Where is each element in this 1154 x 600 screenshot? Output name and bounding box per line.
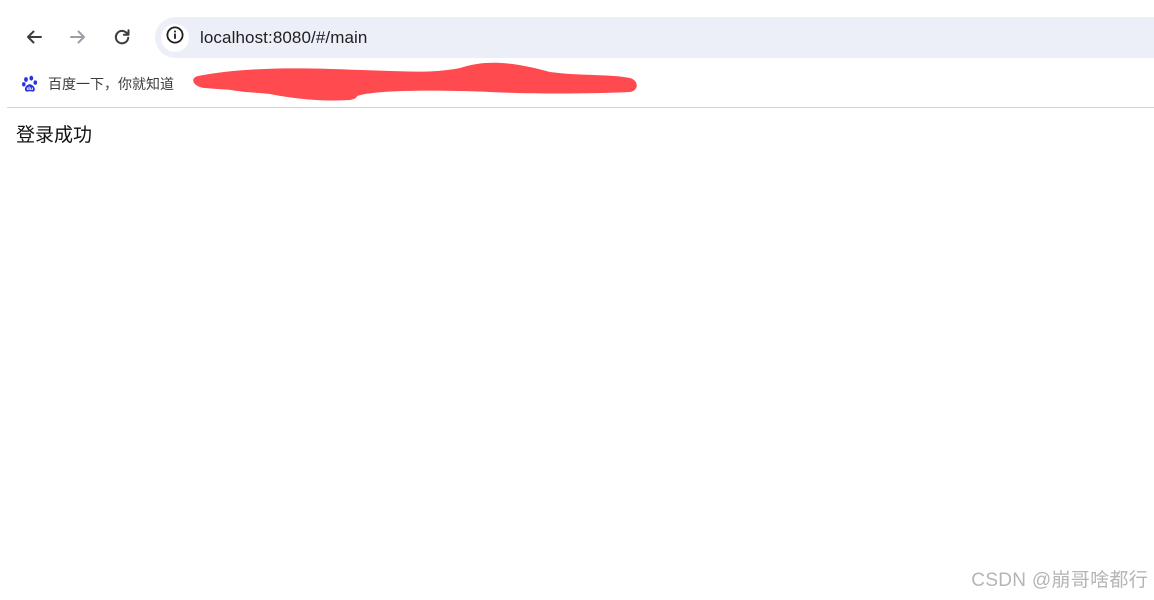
bookmark-baidu[interactable]: du 百度一下，你就知道 (20, 71, 174, 97)
browser-toolbar: localhost:8080/#/main (0, 0, 1154, 62)
browser-window: localhost:8080/#/main du 百度一下，你就知道 登录成功 (0, 0, 1154, 600)
svg-text:du: du (27, 86, 34, 92)
back-button[interactable] (19, 22, 49, 52)
address-bar[interactable]: localhost:8080/#/main (155, 17, 1154, 58)
forward-button[interactable] (63, 22, 93, 52)
arrow-right-icon (68, 27, 88, 47)
arrow-left-icon (24, 27, 44, 47)
toolbar-divider (7, 107, 1154, 108)
login-success-message: 登录成功 (16, 125, 93, 146)
reload-icon (112, 27, 132, 47)
baidu-paw-icon: du (20, 74, 40, 94)
url-text[interactable]: localhost:8080/#/main (200, 28, 368, 48)
bookmark-label: 百度一下，你就知道 (48, 76, 174, 92)
site-info-button[interactable] (161, 23, 189, 52)
watermark: CSDN @崩哥啥都行 (971, 570, 1148, 591)
redaction-scribble (193, 62, 637, 101)
info-icon (165, 25, 185, 50)
bookmarks-bar: du 百度一下，你就知道 (0, 62, 1154, 107)
reload-button[interactable] (107, 22, 137, 52)
